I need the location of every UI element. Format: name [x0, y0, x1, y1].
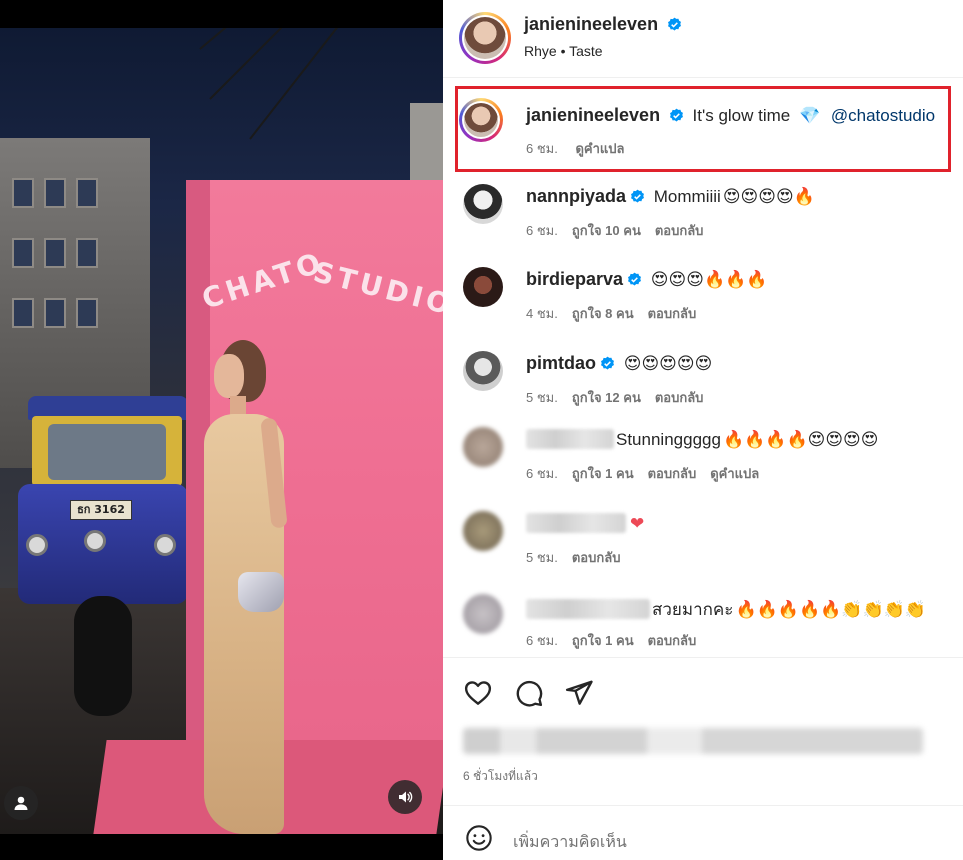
- commenter-avatar[interactable]: [463, 511, 503, 551]
- model-figure: [190, 340, 300, 834]
- comment-row: pimtdao 😍😍😍😍😍 5 ชม. ถูกใจ 12 คน ตอบกลับ: [443, 347, 963, 423]
- comment-emojis: 🔥🔥🔥🔥😍😍😍😍: [722, 430, 879, 450]
- reply-button[interactable]: ตอบกลับ: [655, 390, 704, 405]
- paper-plane-icon[interactable]: [564, 678, 594, 708]
- comment-row: ❤ 5 ชม. ตอบกลับ: [443, 507, 963, 583]
- reply-button[interactable]: ตอบกลับ: [648, 466, 697, 481]
- author-avatar[interactable]: [459, 12, 511, 64]
- comment-emojis: ❤: [630, 514, 645, 534]
- comment-likes[interactable]: ถูกใจ 10 คน: [572, 223, 641, 238]
- mute-toggle-button[interactable]: [388, 780, 422, 814]
- caption-highlight-box: [455, 86, 951, 172]
- comment-text: สวยมากคะ: [652, 600, 734, 619]
- comment-likes[interactable]: ถูกใจ 8 คน: [572, 306, 634, 321]
- comment-time: 5 ชม.: [526, 550, 558, 565]
- audio-track[interactable]: Rhye • Taste: [524, 43, 603, 59]
- comment-time: 6 ชม.: [526, 223, 558, 238]
- power-line: [199, 28, 400, 50]
- verified-badge-icon: [667, 17, 681, 31]
- comment-time: 6 ชม.: [526, 466, 558, 481]
- user-tag-icon: [14, 796, 28, 810]
- comment-text: Mommiiii: [653, 187, 721, 206]
- commenter-username[interactable]: nannpiyada: [526, 186, 626, 206]
- post-time-ago[interactable]: 6 ชั่วโมงที่แล้ว: [463, 767, 538, 786]
- commenter-username-blurred[interactable]: [526, 513, 626, 533]
- verified-badge-icon: [631, 189, 644, 203]
- comment-emojis: 😍😍😍😍🔥: [722, 187, 815, 207]
- commenter-username[interactable]: pimtdao: [526, 353, 596, 373]
- commenter-username-blurred[interactable]: [526, 429, 614, 449]
- comment-likes[interactable]: ถูกใจ 1 คน: [572, 633, 634, 648]
- reply-button[interactable]: ตอบกลับ: [655, 223, 704, 238]
- commenter-avatar[interactable]: [463, 594, 503, 634]
- comment-likes[interactable]: ถูกใจ 1 คน: [572, 466, 634, 481]
- handbag: [238, 572, 284, 612]
- comment-row: birdieparva 😍😍😍🔥🔥🔥 4 ชม. ถูกใจ 8 คน ตอบกลับ: [443, 263, 963, 339]
- reply-button[interactable]: ตอบกลับ: [648, 306, 697, 321]
- commenter-avatar[interactable]: [463, 351, 503, 391]
- sound-on-icon: [399, 791, 413, 803]
- post-photo: ธก 3162 CHATO STUDIO: [0, 28, 443, 834]
- add-comment-input[interactable]: เพิ่มความคิดเห็น: [513, 830, 627, 855]
- commenter-username-blurred[interactable]: [526, 599, 650, 619]
- comment-time: 6 ชม.: [526, 633, 558, 648]
- post-header: janienineeleven Rhye • Taste: [443, 0, 963, 78]
- comment-time: 5 ชม.: [526, 390, 558, 405]
- post-media[interactable]: ธก 3162 CHATO STUDIO: [0, 0, 443, 860]
- commenter-avatar[interactable]: [463, 427, 503, 467]
- smiley-icon[interactable]: [465, 824, 493, 852]
- comment-emojis: 😍😍😍😍😍: [623, 354, 713, 374]
- comment-row: nannpiyada Mommiiii 😍😍😍😍🔥 6 ชม. ถูกใจ 10 คน…: [443, 180, 963, 256]
- author-username[interactable]: janienineeleven: [524, 14, 658, 34]
- verified-badge-icon: [628, 272, 642, 286]
- comment-emojis: 🔥🔥🔥🔥🔥👏👏👏👏: [735, 600, 926, 620]
- license-plate: ธก 3162: [70, 500, 132, 520]
- commenter-username[interactable]: birdieparva: [526, 269, 623, 289]
- commenter-avatar[interactable]: [463, 184, 503, 224]
- reply-button[interactable]: ตอบกลับ: [648, 633, 697, 648]
- liked-by-summary-blurred[interactable]: [463, 728, 923, 754]
- comment-row: Stunninggggg 🔥🔥🔥🔥😍😍😍😍 6 ชม. ถูกใจ 1 คน ตอบกล…: [443, 423, 963, 499]
- add-comment-bar: เพิ่มความคิดเห็น: [443, 805, 963, 860]
- comment-row: สวยมากคะ 🔥🔥🔥🔥🔥👏👏👏👏 6 ชม. ถูกใจ 1 คน ตอบกลับ: [443, 590, 963, 666]
- power-line: [249, 28, 374, 140]
- translate-link[interactable]: ดูคำแปล: [710, 466, 759, 481]
- tag-people-button[interactable]: [4, 786, 38, 820]
- heart-icon[interactable]: [463, 678, 493, 708]
- tuktuk: ธก 3162: [18, 396, 188, 716]
- comment-time: 4 ชม.: [526, 306, 558, 321]
- comment-icon[interactable]: [514, 678, 544, 708]
- commenter-avatar[interactable]: [463, 267, 503, 307]
- comment-likes[interactable]: ถูกใจ 12 คน: [572, 390, 641, 405]
- comment-emojis: 😍😍😍🔥🔥🔥: [650, 270, 768, 290]
- reply-button[interactable]: ตอบกลับ: [572, 550, 621, 565]
- comment-text: Stunninggggg: [616, 430, 721, 449]
- verified-badge-icon: [601, 356, 614, 370]
- post-details-panel: janienineeleven Rhye • Taste janienineel…: [443, 0, 963, 860]
